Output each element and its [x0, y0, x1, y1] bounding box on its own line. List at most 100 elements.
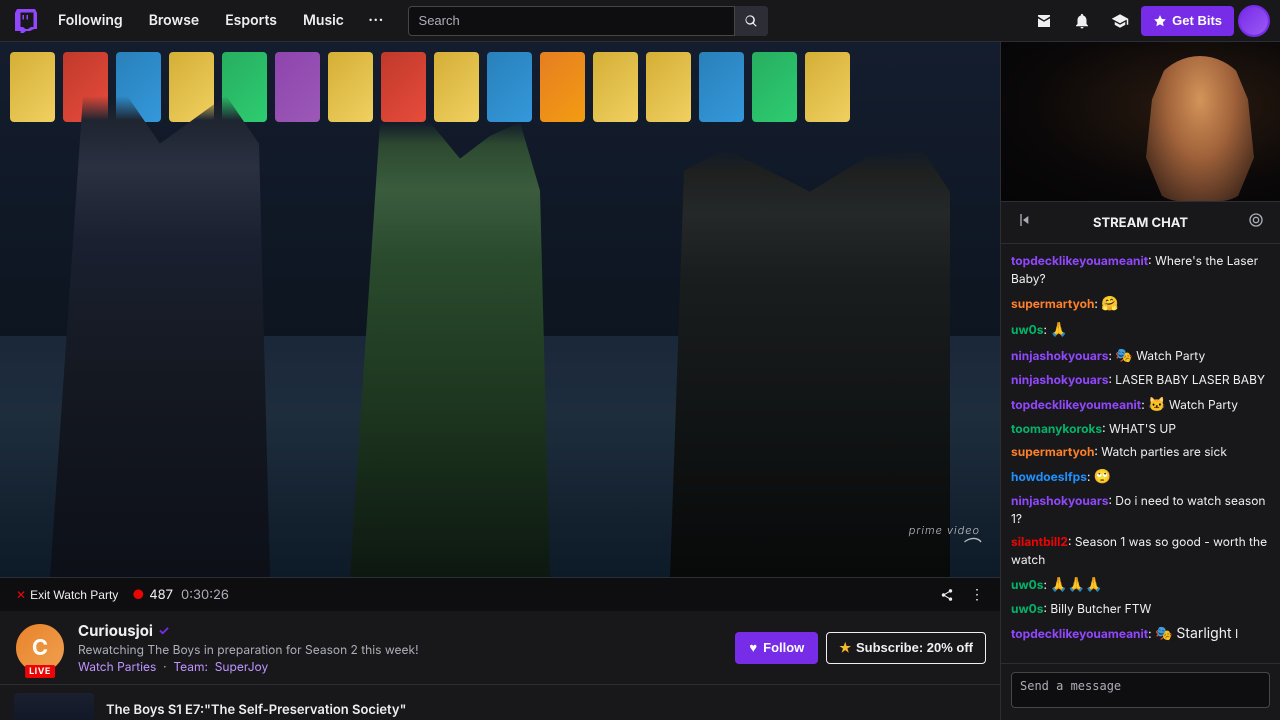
nav-icons: Get Bits: [1027, 4, 1270, 38]
chat-input-area: [1001, 663, 1280, 720]
chat-emote: 🤗: [1101, 295, 1118, 312]
chat-message: toomanykoroks: WHAT'S UP: [1011, 420, 1270, 438]
chat-username[interactable]: topdecklikeyoumeanit: [1011, 397, 1141, 412]
nav-browse[interactable]: Browse: [139, 0, 210, 42]
chat-username[interactable]: uw0s: [1011, 601, 1043, 616]
chat-message: supermartyoh: Watch parties are sick: [1011, 443, 1270, 461]
chat-header: STREAM CHAT: [1001, 202, 1280, 244]
follow-heart-icon: ♥: [749, 640, 757, 655]
chat-message: howdoesIfps: 🙄: [1011, 466, 1270, 487]
notifications-button[interactable]: [1065, 4, 1099, 38]
more-options-button[interactable]: ⋮: [964, 582, 990, 607]
chat-username[interactable]: silantbill2: [1011, 534, 1068, 549]
chat-emote: 🙏: [1050, 321, 1067, 338]
player-controls-right: ⋮: [934, 582, 990, 607]
next-video-title: The Boys S1 E7:"The Self-Preservation So…: [106, 702, 406, 718]
viewer-count: ● 487: [132, 587, 173, 603]
chat-username[interactable]: toomanykoroks: [1011, 421, 1102, 436]
chat-collapse-button[interactable]: [1013, 208, 1037, 237]
chat-message: ninjashokyouars: 🎭 Watch Party: [1011, 345, 1270, 366]
below-video-section: The Boys S1 E7:"The Self-Preservation So…: [0, 685, 1000, 720]
chat-message: uw0s: 🙏🙏🙏: [1011, 574, 1270, 595]
streamer-name: Curiousjoi ✓: [78, 621, 723, 640]
next-video-thumbnail[interactable]: [14, 693, 94, 720]
exit-watch-party-button[interactable]: ✕ Exit Watch Party: [10, 584, 124, 606]
chat-message: supermartyoh: 🤗: [1011, 293, 1270, 314]
player-controls: ✕ Exit Watch Party ● 487 0:30:26 ⋮: [0, 577, 1000, 611]
prime-icon-button[interactable]: [1103, 4, 1137, 38]
nav-more-button[interactable]: ···: [360, 0, 392, 42]
get-bits-button[interactable]: Get Bits: [1141, 6, 1234, 36]
chat-emote: 🎭: [1115, 347, 1132, 364]
chat-message: topdecklikeyouameanit: 🎭 Starlight I: [1011, 623, 1270, 644]
chat-username[interactable]: ninjashokyouars: [1011, 372, 1108, 387]
team-name[interactable]: SuperJoy: [215, 659, 269, 674]
search-button[interactable]: [734, 6, 768, 36]
chat-username[interactable]: uw0s: [1011, 322, 1043, 337]
twitch-logo[interactable]: [10, 5, 42, 37]
category-label[interactable]: Watch Parties: [78, 659, 156, 674]
get-bits-label: Get Bits: [1172, 13, 1222, 28]
chat-emote: 🙏🙏🙏: [1050, 576, 1102, 593]
chat-settings-button[interactable]: [1244, 208, 1268, 237]
chat-title: STREAM CHAT: [1045, 215, 1236, 231]
team-label: Team:: [173, 659, 208, 674]
character-center: [350, 122, 550, 577]
nav-music[interactable]: Music: [293, 0, 354, 42]
chat-text: LASER BABY LASER BABY: [1115, 372, 1265, 387]
stream-tags: Watch Parties · Team: SuperJoy: [78, 659, 723, 674]
search-bar: [408, 6, 768, 36]
chat-message: ninjashokyouars: LASER BABY LASER BABY: [1011, 371, 1270, 389]
viewer-icon: ●: [132, 587, 144, 603]
chat-text: Watch parties are sick: [1101, 444, 1227, 459]
chat-text: Watch Party: [1133, 348, 1205, 363]
character-left: [50, 96, 270, 578]
share-button[interactable]: [934, 584, 960, 606]
chat-username[interactable]: ninjashokyouars: [1011, 348, 1108, 363]
user-avatar-button[interactable]: [1238, 5, 1270, 37]
chat-username[interactable]: ninjashokyouars: [1011, 493, 1108, 508]
stream-timestamp: 0:30:26: [181, 587, 229, 603]
follow-label: Follow: [763, 640, 804, 655]
nav-following[interactable]: Following: [48, 0, 133, 42]
webcam-background: [1001, 42, 1280, 201]
follow-button[interactable]: ♥ Follow: [735, 632, 818, 664]
nav-esports[interactable]: Esports: [215, 0, 287, 42]
chat-username[interactable]: supermartyoh: [1011, 444, 1094, 459]
search-input[interactable]: [408, 6, 768, 36]
chat-sidebar: STREAM CHAT topdecklikeyouameanit: Where…: [1000, 42, 1280, 720]
stream-title: Rewatching The Boys in preparation for S…: [78, 642, 723, 657]
chat-message: uw0s: 🙏: [1011, 319, 1270, 340]
chat-text: WHAT'S UP: [1109, 421, 1176, 436]
video-frame: prime video ⌒: [0, 42, 1000, 577]
verified-badge: ✓: [158, 623, 169, 639]
chat-messages-area[interactable]: topdecklikeyouameanit: Where's the Laser…: [1001, 244, 1280, 663]
subscribe-button[interactable]: ★ Subscribe: 20% off: [826, 632, 986, 664]
main-content: prime video ⌒ ✕ Exit Watch Party ● 487 0…: [0, 42, 1280, 720]
video-player[interactable]: prime video ⌒: [0, 42, 1000, 577]
chat-message: uw0s: Billy Butcher FTW: [1011, 600, 1270, 618]
chat-text: Billy Butcher FTW: [1050, 601, 1151, 616]
chat-text: Watch Party: [1165, 397, 1237, 412]
chat-input[interactable]: [1011, 672, 1270, 708]
chat-message: silantbill2: Season 1 was so good - wort…: [1011, 533, 1270, 569]
subscribe-star-icon: ★: [839, 640, 851, 656]
chat-username[interactable]: uw0s: [1011, 577, 1043, 592]
chat-username[interactable]: supermartyoh: [1011, 296, 1094, 311]
webcam-person: [1140, 56, 1260, 201]
next-video-info: The Boys S1 E7:"The Self-Preservation So…: [106, 702, 406, 720]
chat-message: ninjashokyouars: Do i need to watch seas…: [1011, 492, 1270, 528]
subscribe-label: Subscribe: 20% off: [856, 640, 973, 655]
video-area: prime video ⌒ ✕ Exit Watch Party ● 487 0…: [0, 42, 1000, 720]
chat-username[interactable]: topdecklikeyouameanit: [1011, 626, 1148, 641]
live-badge: LIVE: [25, 665, 55, 678]
top-navigation: Following Browse Esports Music ···: [0, 0, 1280, 42]
chat-username[interactable]: howdoesIfps: [1011, 469, 1087, 484]
chat-emote: 🎭 Starlight: [1155, 625, 1232, 642]
chat-username[interactable]: topdecklikeyouameanit: [1011, 253, 1148, 268]
character-right: [670, 149, 950, 577]
viewer-count-value: 487: [149, 587, 173, 603]
streamer-avatar-wrap: C LIVE: [14, 622, 66, 674]
chat-emote: 🙄: [1094, 468, 1111, 485]
store-icon-button[interactable]: [1027, 4, 1061, 38]
